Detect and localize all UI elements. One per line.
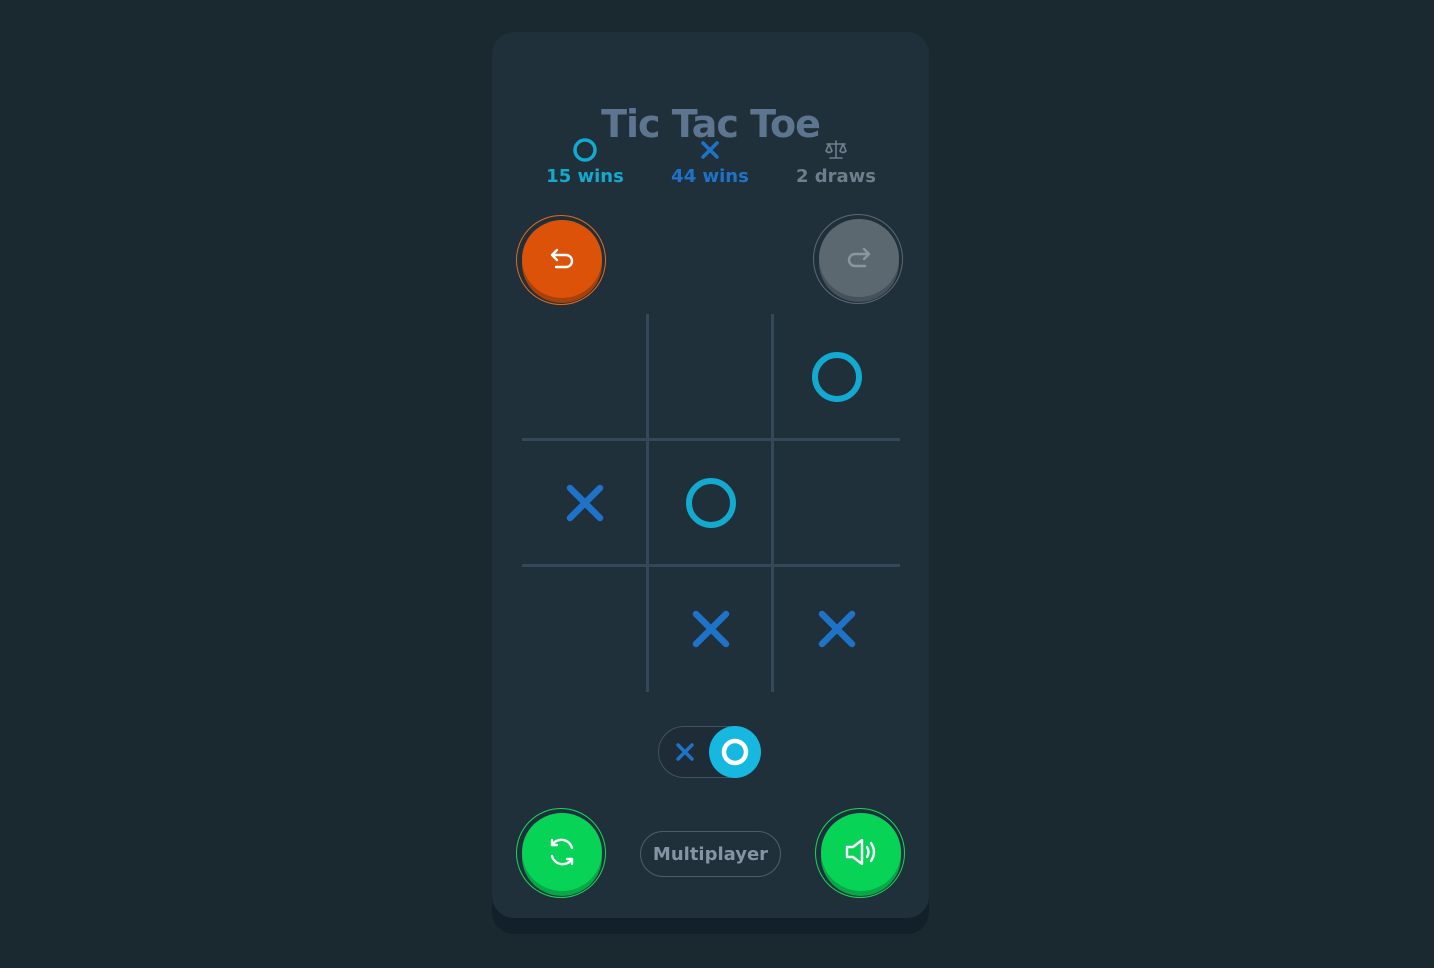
multiplayer-button[interactable]: Multiplayer [640, 831, 781, 877]
x-wins-label: 44 wins [671, 166, 749, 187]
board-cell[interactable] [522, 440, 647, 565]
sound-button[interactable] [815, 808, 905, 898]
undo-button[interactable] [516, 215, 606, 305]
score-x: 44 wins [650, 136, 770, 187]
x-mark-icon [692, 610, 729, 647]
undo-arrow-icon [550, 248, 574, 269]
board-cell[interactable] [774, 314, 899, 439]
board-cell[interactable] [648, 440, 773, 565]
score-draws: 2 draws [776, 136, 896, 187]
board-cell[interactable] [774, 440, 899, 565]
o-mark-icon [685, 477, 736, 528]
x-mark-icon [818, 610, 855, 647]
refresh-icon [550, 838, 574, 866]
restart-button[interactable] [516, 808, 606, 898]
board-cell[interactable] [648, 314, 773, 439]
o-mark-icon [525, 136, 645, 164]
o-wins-label: 15 wins [546, 166, 624, 187]
draws-label: 2 draws [795, 166, 877, 187]
game-board [522, 314, 900, 692]
undo-button-face [522, 220, 602, 298]
toggle-knob-o-icon [709, 726, 761, 778]
board-cell[interactable] [522, 314, 647, 439]
score-o: 15 wins [525, 136, 645, 187]
redo-button[interactable] [813, 214, 903, 304]
x-mark-icon [566, 484, 603, 521]
board-cell[interactable] [648, 566, 773, 691]
toggle-x-icon [673, 740, 697, 764]
x-mark-icon [650, 136, 770, 164]
turn-toggle[interactable] [658, 726, 761, 778]
o-mark-icon [811, 351, 862, 402]
redo-arrow-icon [847, 247, 871, 268]
board-cell[interactable] [774, 566, 899, 691]
scale-icon [776, 136, 896, 164]
redo-button-face [819, 219, 899, 297]
speaker-icon [845, 838, 876, 866]
restart-button-face [522, 813, 602, 891]
sound-button-face [821, 813, 901, 891]
game-card: Tic Tac Toe 15 wins 44 wins 2 draws Mult… [492, 32, 929, 918]
board-cell[interactable] [522, 566, 647, 691]
